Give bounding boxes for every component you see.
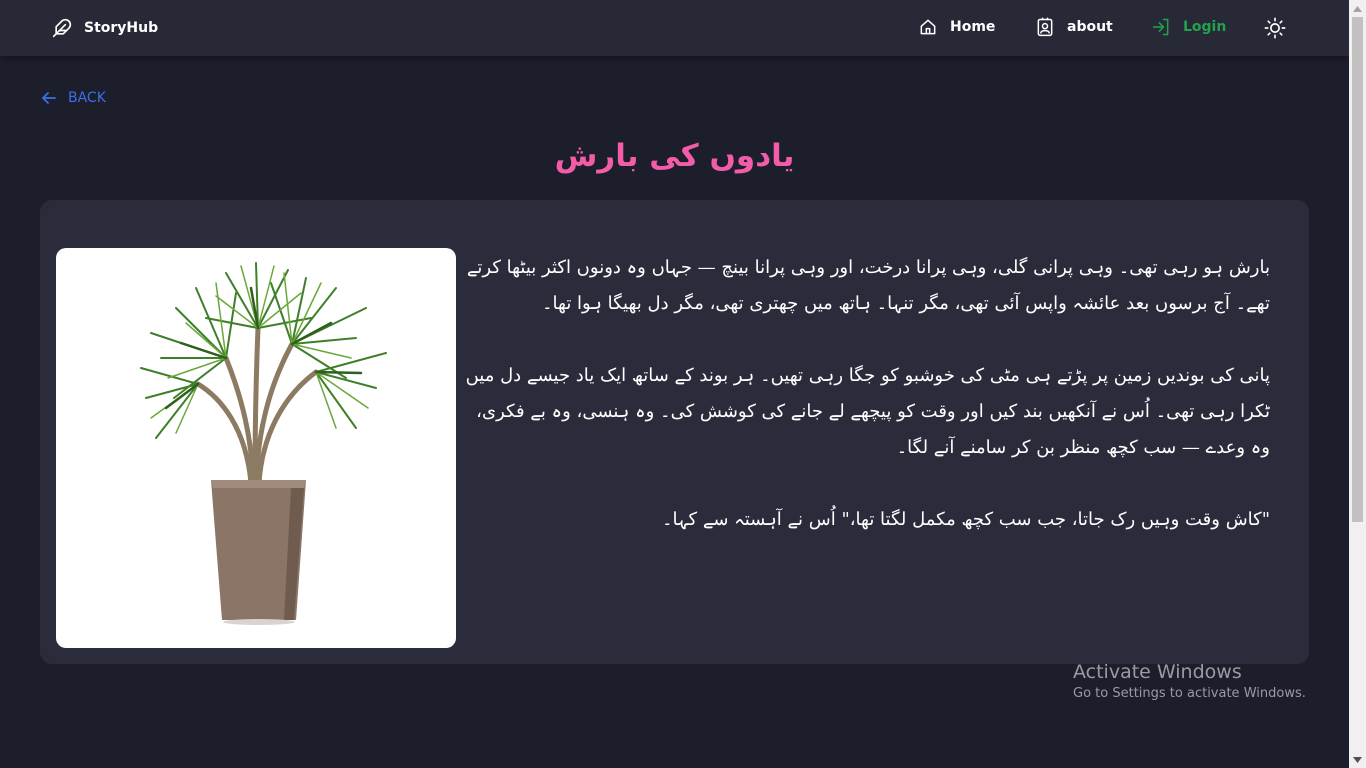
- nav-about-label: about: [1067, 19, 1113, 35]
- story-card: بارش ہو رہی تھی۔ وہی پرانی گلی، وہی پران…: [40, 200, 1309, 664]
- potted-plant-illustration: [140, 262, 387, 625]
- story-title: یادوں کی بارش: [554, 138, 795, 174]
- watermark-title: Activate Windows: [1073, 661, 1242, 683]
- story-image: [56, 248, 456, 648]
- nav-home[interactable]: Home: [918, 17, 995, 37]
- arrow-left-icon: [42, 92, 56, 104]
- scrollbar-thumb[interactable]: [1352, 17, 1363, 522]
- brand-link[interactable]: StoryHub: [52, 18, 158, 38]
- brand-name: StoryHub: [84, 20, 159, 36]
- activation-watermark: Activate Windows Go to Settings to activ…: [1073, 660, 1306, 704]
- story-paragraph: "کاش وقت وہیں رک جاتا، جب سب کچھ مکمل لگ…: [661, 509, 1270, 530]
- scroll-up-arrow-icon[interactable]: [1349, 0, 1366, 17]
- sun-icon[interactable]: [1264, 17, 1286, 39]
- nav-login[interactable]: Login: [1151, 17, 1226, 37]
- feather-icon: [52, 18, 72, 38]
- back-label: BACK: [68, 90, 106, 106]
- nav-login-label: Login: [1183, 19, 1227, 35]
- story-text: بارش ہو رہی تھی۔ وہی پرانی گلی، وہی پران…: [464, 250, 1270, 574]
- login-icon: [1152, 18, 1169, 36]
- story-paragraph: بارش ہو رہی تھی۔ وہی پرانی گلی، وہی پران…: [466, 257, 1270, 314]
- watermark-subtitle: Go to Settings to activate Windows.: [1073, 686, 1306, 701]
- back-button[interactable]: BACK: [41, 90, 106, 106]
- nav-about[interactable]: about: [1035, 17, 1113, 37]
- story-paragraph: پانی کی بوندیں زمین پر پڑتے ہی مٹی کی خو…: [465, 365, 1270, 458]
- vertical-scrollbar[interactable]: [1349, 0, 1366, 768]
- home-icon: [920, 19, 936, 35]
- scroll-down-arrow-icon[interactable]: [1349, 751, 1366, 768]
- contact-card-icon: [1037, 17, 1053, 37]
- nav-home-label: Home: [950, 19, 996, 35]
- story-page: StoryHub Home about Login BACK یادوں کی …: [0, 0, 1366, 768]
- navbar: StoryHub Home about Login: [0, 0, 1349, 56]
